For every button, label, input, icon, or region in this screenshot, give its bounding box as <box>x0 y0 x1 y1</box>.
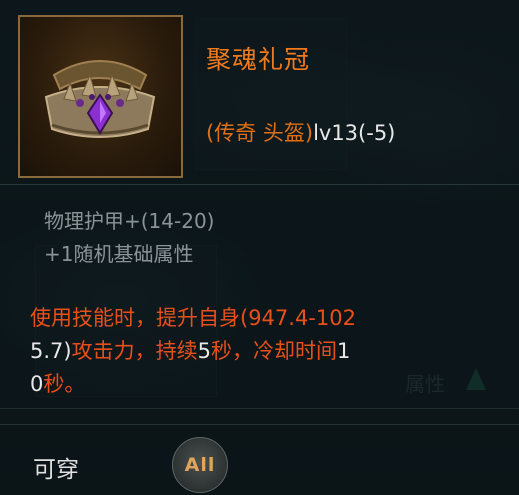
item-type-line: (传奇 头盔)lv13(-5) <box>206 117 395 147</box>
effect-line-1: 使用技能时，提升自身(947.4-102 <box>30 306 356 330</box>
wearable-label: 可穿 <box>33 457 79 483</box>
effect-value: 5.7) <box>30 339 72 363</box>
effect-cooldown-text: 秒，冷却时间 <box>210 339 337 363</box>
crown-icon <box>44 60 156 138</box>
item-name: 聚魂礼冠 <box>206 45 311 74</box>
effect-cooldown-value-b: 0 <box>30 372 44 396</box>
effect-duration: 5 <box>197 339 211 363</box>
item-level: lv13(-5) <box>313 121 396 145</box>
item-icon-frame <box>18 15 183 178</box>
footer-divider <box>0 424 519 425</box>
effect-description: 使用技能时，提升自身(947.4-102 5.7)攻击力，持续5秒，冷却时间1 … <box>30 302 470 401</box>
class-badge[interactable]: All <box>172 437 228 493</box>
effect-text: 攻击力，持续 <box>71 339 198 363</box>
stat-random-attribute: +1随机基础属性 <box>44 242 194 266</box>
header-divider <box>0 184 519 185</box>
effect-cooldown-unit: 秒。 <box>43 372 86 396</box>
stat-armor: 物理护甲+(14-20) <box>44 209 215 233</box>
item-rarity-slot: (传奇 头盔) <box>206 121 314 145</box>
effect-cooldown-value-a: 1 <box>336 339 351 363</box>
item-tooltip: 聚魂礼冠 (传奇 头盔)lv13(-5) 物理护甲+(14-20) +1随机基础… <box>0 0 519 409</box>
